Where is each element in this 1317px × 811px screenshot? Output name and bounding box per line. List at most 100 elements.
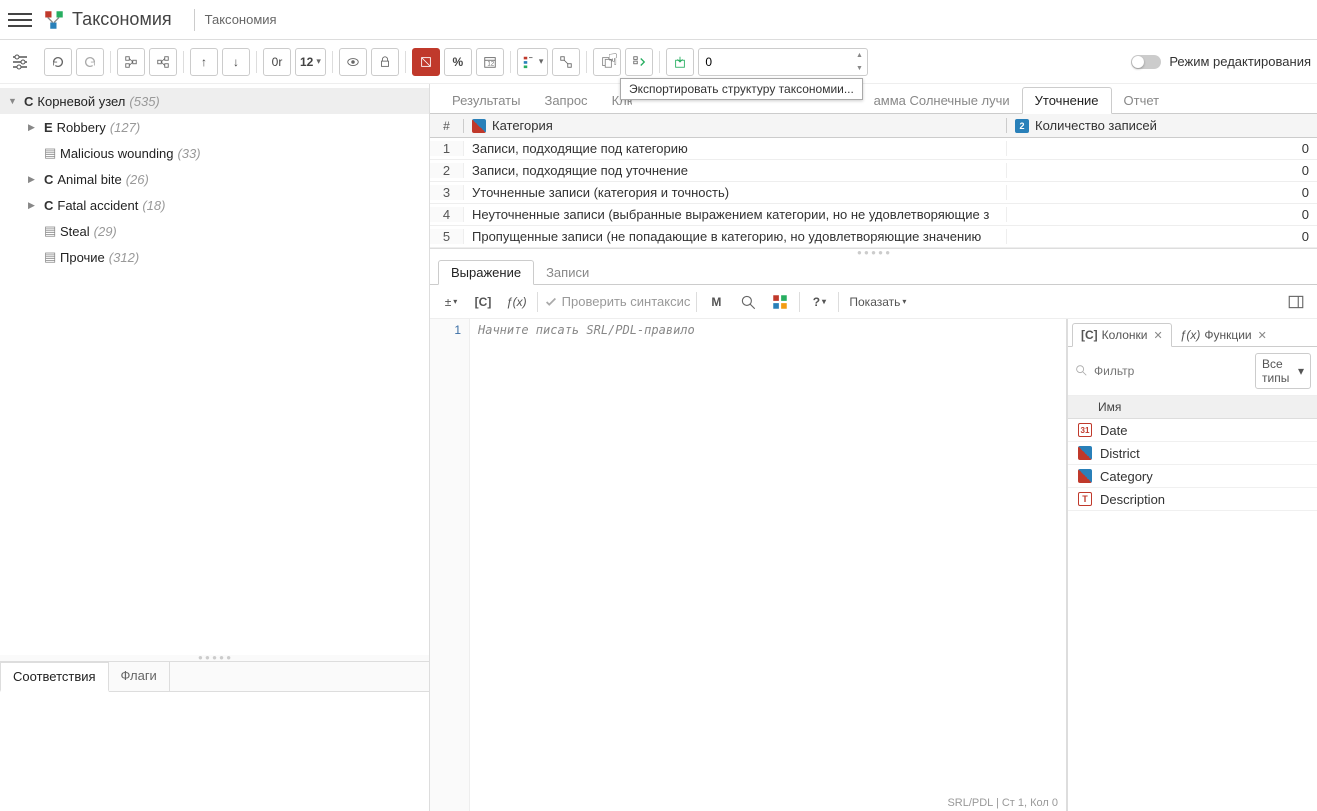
type-filter-dropdown[interactable]: Все типы▾ — [1255, 353, 1311, 389]
spinner-up[interactable]: ▲ — [851, 49, 867, 62]
grid-header-num[interactable]: # — [430, 119, 464, 133]
taxonomy-tree: ▼ C Корневой узел (535) ▶ERobbery(127)▤M… — [0, 84, 429, 655]
lock-button[interactable] — [371, 48, 399, 76]
chevron-down-icon[interactable]: ▼ — [8, 96, 20, 106]
tab-results[interactable]: Результаты — [440, 88, 532, 113]
tab-records[interactable]: Записи — [534, 261, 601, 284]
divider — [194, 9, 195, 31]
import-button[interactable] — [666, 48, 694, 76]
panel-layout-button[interactable] — [1283, 289, 1309, 315]
grid-row[interactable]: 5Пропущенные записи (не попадающие в кат… — [430, 226, 1317, 248]
tab-flags[interactable]: Флаги — [109, 662, 170, 691]
down-button[interactable]: ↓ — [222, 48, 250, 76]
tree-expand-button[interactable] — [117, 48, 145, 76]
side-tab-functions[interactable]: ƒ(x) Функции ✕ — [1172, 324, 1275, 346]
export-structure-button[interactable] — [625, 48, 653, 76]
calendar-button[interactable]: 12 — [476, 48, 504, 76]
tree-collapse-button[interactable] — [149, 48, 177, 76]
horizontal-splitter[interactable]: ● ● ● ● ● — [430, 249, 1317, 257]
undo-button[interactable] — [76, 48, 104, 76]
column-item[interactable]: District — [1068, 442, 1317, 465]
grid-row[interactable]: 3Уточненные записи (категория и точность… — [430, 182, 1317, 204]
close-icon[interactable]: ✕ — [1153, 329, 1162, 342]
copy-button[interactable] — [593, 48, 621, 76]
right-tab-strip: Результаты Запрос Клю амма Солнечные луч… — [430, 84, 1317, 114]
tree-node[interactable]: ▤Steal(29) — [0, 218, 429, 244]
document-icon: ▤ — [44, 249, 56, 265]
spinner-down[interactable]: ▼ — [851, 62, 867, 75]
grid-row[interactable]: 1Записи, подходящие под категорию0 — [430, 138, 1317, 160]
taxonomy-icon — [44, 10, 64, 30]
hierarchy-dropdown[interactable] — [517, 48, 549, 76]
editor-status: SRL/PDL | Ст 1, Кол 0 — [947, 797, 1058, 809]
help-dropdown[interactable]: ? — [806, 289, 832, 315]
tree-node[interactable]: ▤Прочие(312) — [0, 244, 429, 270]
text-icon: T — [1078, 492, 1092, 506]
tab-report[interactable]: Отчет — [1112, 88, 1172, 113]
columns-header[interactable]: Имя — [1068, 396, 1317, 419]
chevron-right-icon[interactable]: ▶ — [28, 200, 40, 211]
or-button[interactable]: 0r — [263, 48, 291, 76]
bottom-tabs: Соответствия Флаги — [0, 661, 429, 811]
eye-button[interactable] — [339, 48, 367, 76]
number-icon: 2 — [1015, 119, 1029, 133]
document-icon: ▤ — [44, 145, 56, 161]
category-icon — [1078, 446, 1092, 460]
tab-matches[interactable]: Соответствия — [0, 662, 109, 692]
side-tab-columns[interactable]: [C] Колонки ✕ — [1072, 323, 1172, 347]
tree-root-node[interactable]: ▼ C Корневой узел (535) — [0, 88, 429, 114]
up-button[interactable]: ↑ — [190, 48, 218, 76]
app-header: Таксономия Таксономия — [0, 0, 1317, 40]
code-editor[interactable]: 1 Начните писать SRL/PDL-правило SRL/PDL… — [430, 319, 1067, 811]
tree-node[interactable]: ▤Malicious wounding(33) — [0, 140, 429, 166]
edit-mode-label: Режим редактирования — [1169, 54, 1311, 69]
tab-expression[interactable]: Выражение — [438, 260, 534, 285]
filter-input[interactable] — [1094, 364, 1249, 378]
grid-row[interactable]: 4Неуточненные записи (выбранные выражени… — [430, 204, 1317, 226]
column-item[interactable]: TDescription — [1068, 488, 1317, 511]
tab-sunburst-partial[interactable]: амма Солнечные лучи — [862, 88, 1022, 113]
percent-button[interactable]: % — [444, 48, 472, 76]
check-syntax-button[interactable]: Проверить синтаксис — [544, 294, 691, 309]
search-icon — [1074, 363, 1088, 380]
expression-toolbar: ± [C] ƒ(x) Проверить синтаксис M ? По — [430, 285, 1317, 319]
count-input[interactable] — [698, 48, 868, 76]
category-icon — [1078, 469, 1092, 483]
hamburger-menu[interactable] — [8, 8, 32, 32]
grid-row[interactable]: 2Записи, подходящие под уточнение0 — [430, 160, 1317, 182]
settings-icon[interactable] — [6, 48, 34, 76]
refresh-button[interactable] — [44, 48, 72, 76]
date-icon: 31 — [1078, 423, 1092, 437]
refinement-grid: # Категория 2 Количество записей 1Записи… — [430, 114, 1317, 249]
chevron-right-icon[interactable]: ▶ — [28, 174, 40, 185]
column-item[interactable]: 31Date — [1068, 419, 1317, 442]
side-panel: [C] Колонки ✕ ƒ(x) Функции ✕ — [1067, 319, 1317, 811]
tree-node[interactable]: ▶ERobbery(127) — [0, 114, 429, 140]
grid-icon-button[interactable] — [767, 289, 793, 315]
right-panel: Результаты Запрос Клю амма Солнечные луч… — [430, 84, 1317, 811]
left-panel: ▼ C Корневой узел (535) ▶ERobbery(127)▤M… — [0, 84, 430, 811]
line-gutter: 1 — [430, 319, 470, 811]
tab-refinement[interactable]: Уточнение — [1022, 87, 1112, 114]
column-item[interactable]: Category — [1068, 465, 1317, 488]
font-size-dropdown[interactable]: 12 — [295, 48, 326, 76]
document-icon: ▤ — [44, 223, 56, 239]
chevron-right-icon[interactable]: ▶ — [28, 122, 40, 133]
zoom-button[interactable] — [735, 289, 761, 315]
close-icon[interactable]: ✕ — [1258, 329, 1267, 342]
category-icon — [472, 119, 486, 133]
svg-text:12: 12 — [487, 60, 494, 67]
tree-node[interactable]: ▶CAnimal bite(26) — [0, 166, 429, 192]
edit-mode-toggle[interactable] — [1131, 55, 1161, 69]
m-button[interactable]: M — [703, 289, 729, 315]
tree-node[interactable]: ▶CFatal accident(18) — [0, 192, 429, 218]
show-dropdown[interactable]: Показать — [845, 289, 910, 315]
highlight-button[interactable] — [412, 48, 440, 76]
indent-button[interactable]: ± — [438, 289, 464, 315]
grid-header-category[interactable]: Категория — [464, 118, 1007, 133]
link-button[interactable] — [552, 48, 580, 76]
tab-query[interactable]: Запрос — [532, 88, 599, 113]
columns-insert-button[interactable]: [C] — [470, 289, 496, 315]
function-insert-button[interactable]: ƒ(x) — [502, 289, 531, 315]
grid-header-count[interactable]: 2 Количество записей — [1007, 118, 1317, 133]
